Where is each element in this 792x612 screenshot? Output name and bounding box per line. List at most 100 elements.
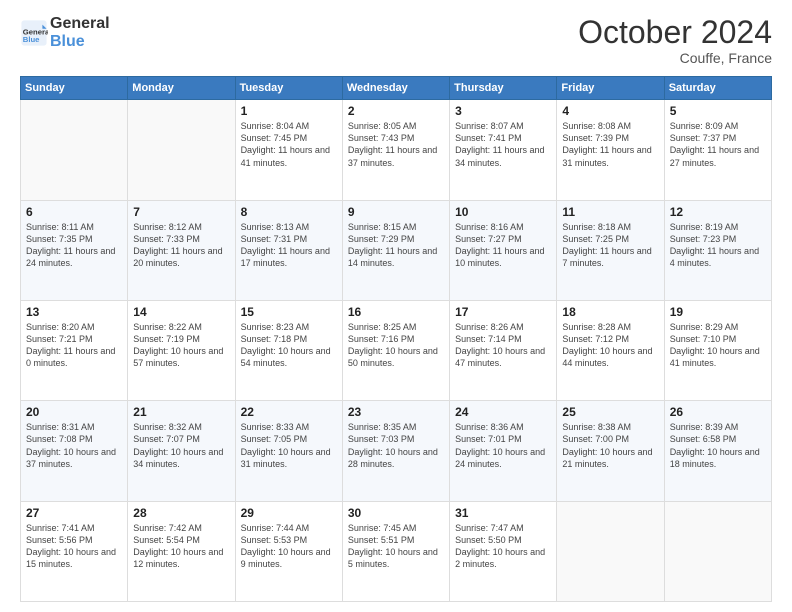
day-number: 31 — [455, 506, 551, 520]
day-info: Sunrise: 8:11 AM Sunset: 7:35 PM Dayligh… — [26, 221, 122, 270]
day-info: Sunrise: 8:28 AM Sunset: 7:12 PM Dayligh… — [562, 321, 658, 370]
table-row — [128, 100, 235, 200]
day-number: 9 — [348, 205, 444, 219]
day-number: 8 — [241, 205, 337, 219]
calendar-week-row: 6 Sunrise: 8:11 AM Sunset: 7:35 PM Daylig… — [21, 200, 772, 300]
table-row: 23Sunrise: 8:35 AM Sunset: 7:03 PM Dayli… — [342, 401, 449, 501]
table-row: 14Sunrise: 8:22 AM Sunset: 7:19 PM Dayli… — [128, 300, 235, 400]
day-info: Sunrise: 7:42 AM Sunset: 5:54 PM Dayligh… — [133, 522, 229, 571]
table-row: 12 Sunrise: 8:19 AM Sunset: 7:23 PM Dayli… — [664, 200, 771, 300]
table-row: 16 Sunrise: 8:25 AM Sunset: 7:16 PM Dayli… — [342, 300, 449, 400]
table-row: 29 Sunrise: 7:44 AM Sunset: 5:53 PM Dayli… — [235, 501, 342, 601]
col-monday: Monday — [128, 77, 235, 100]
day-number: 15 — [241, 305, 337, 319]
table-row: 15 Sunrise: 8:23 AM Sunset: 7:18 PM Dayli… — [235, 300, 342, 400]
day-info: Sunrise: 8:07 AM Sunset: 7:41 PM Dayligh… — [455, 120, 551, 169]
table-row: 21Sunrise: 8:32 AM Sunset: 7:07 PM Dayli… — [128, 401, 235, 501]
day-number: 1 — [241, 104, 337, 118]
day-number: 20 — [26, 405, 122, 419]
table-row: 10 Sunrise: 8:16 AM Sunset: 7:27 PM Dayli… — [450, 200, 557, 300]
day-info: Sunrise: 8:19 AM Sunset: 7:23 PM Dayligh… — [670, 221, 766, 270]
table-row: 11 Sunrise: 8:18 AM Sunset: 7:25 PM Dayli… — [557, 200, 664, 300]
table-row: 17Sunrise: 8:26 AM Sunset: 7:14 PM Dayli… — [450, 300, 557, 400]
day-info: Sunrise: 8:25 AM Sunset: 7:16 PM Dayligh… — [348, 321, 444, 370]
day-info: Sunrise: 7:41 AM Sunset: 5:56 PM Dayligh… — [26, 522, 122, 571]
day-info: Sunrise: 8:26 AM Sunset: 7:14 PM Dayligh… — [455, 321, 551, 370]
table-row: 1 Sunrise: 8:04 AM Sunset: 7:45 PM Daylig… — [235, 100, 342, 200]
day-info: Sunrise: 8:08 AM Sunset: 7:39 PM Dayligh… — [562, 120, 658, 169]
day-number: 4 — [562, 104, 658, 118]
day-number: 27 — [26, 506, 122, 520]
table-row: 30Sunrise: 7:45 AM Sunset: 5:51 PM Dayli… — [342, 501, 449, 601]
calendar-week-row: 27 Sunrise: 7:41 AM Sunset: 5:56 PM Dayli… — [21, 501, 772, 601]
day-info: Sunrise: 8:09 AM Sunset: 7:37 PM Dayligh… — [670, 120, 766, 169]
day-info: Sunrise: 8:23 AM Sunset: 7:18 PM Dayligh… — [241, 321, 337, 370]
calendar-week-row: 13 Sunrise: 8:20 AM Sunset: 7:21 PM Dayli… — [21, 300, 772, 400]
day-info: Sunrise: 8:38 AM Sunset: 7:00 PM Dayligh… — [562, 421, 658, 470]
day-info: Sunrise: 8:16 AM Sunset: 7:27 PM Dayligh… — [455, 221, 551, 270]
logo-general: General — [50, 15, 110, 33]
day-number: 25 — [562, 405, 658, 419]
table-row: 8 Sunrise: 8:13 AM Sunset: 7:31 PM Daylig… — [235, 200, 342, 300]
day-number: 24 — [455, 405, 551, 419]
day-number: 28 — [133, 506, 229, 520]
col-sunday: Sunday — [21, 77, 128, 100]
logo-icon: General Blue — [20, 19, 48, 47]
day-number: 11 — [562, 205, 658, 219]
day-info: Sunrise: 8:15 AM Sunset: 7:29 PM Dayligh… — [348, 221, 444, 270]
day-number: 16 — [348, 305, 444, 319]
table-row: 24 Sunrise: 8:36 AM Sunset: 7:01 PM Dayli… — [450, 401, 557, 501]
calendar-week-row: 1 Sunrise: 8:04 AM Sunset: 7:45 PM Daylig… — [21, 100, 772, 200]
table-row: 22Sunrise: 8:33 AM Sunset: 7:05 PM Dayli… — [235, 401, 342, 501]
table-row: 26Sunrise: 8:39 AM Sunset: 6:58 PM Dayli… — [664, 401, 771, 501]
day-info: Sunrise: 8:22 AM Sunset: 7:19 PM Dayligh… — [133, 321, 229, 370]
table-row: 25 Sunrise: 8:38 AM Sunset: 7:00 PM Dayli… — [557, 401, 664, 501]
day-info: Sunrise: 7:47 AM Sunset: 5:50 PM Dayligh… — [455, 522, 551, 571]
page: General Blue General Blue October 2024 C… — [0, 0, 792, 612]
table-row: 31 Sunrise: 7:47 AM Sunset: 5:50 PM Dayli… — [450, 501, 557, 601]
table-row: 13 Sunrise: 8:20 AM Sunset: 7:21 PM Dayli… — [21, 300, 128, 400]
day-number: 10 — [455, 205, 551, 219]
day-info: Sunrise: 7:44 AM Sunset: 5:53 PM Dayligh… — [241, 522, 337, 571]
day-info: Sunrise: 8:29 AM Sunset: 7:10 PM Dayligh… — [670, 321, 766, 370]
day-number: 19 — [670, 305, 766, 319]
table-row: 5 Sunrise: 8:09 AM Sunset: 7:37 PM Daylig… — [664, 100, 771, 200]
svg-text:Blue: Blue — [23, 35, 40, 44]
table-row: 9 Sunrise: 8:15 AM Sunset: 7:29 PM Daylig… — [342, 200, 449, 300]
col-friday: Friday — [557, 77, 664, 100]
table-row: 4 Sunrise: 8:08 AM Sunset: 7:39 PM Daylig… — [557, 100, 664, 200]
table-row: 18 Sunrise: 8:28 AM Sunset: 7:12 PM Dayli… — [557, 300, 664, 400]
day-number: 5 — [670, 104, 766, 118]
day-number: 2 — [348, 104, 444, 118]
day-info: Sunrise: 8:32 AM Sunset: 7:07 PM Dayligh… — [133, 421, 229, 470]
table-row: 19 Sunrise: 8:29 AM Sunset: 7:10 PM Dayli… — [664, 300, 771, 400]
title-area: October 2024 Couffe, France — [578, 15, 772, 66]
col-wednesday: Wednesday — [342, 77, 449, 100]
location: Couffe, France — [578, 50, 772, 66]
day-info: Sunrise: 8:31 AM Sunset: 7:08 PM Dayligh… — [26, 421, 122, 470]
col-tuesday: Tuesday — [235, 77, 342, 100]
day-info: Sunrise: 8:20 AM Sunset: 7:21 PM Dayligh… — [26, 321, 122, 370]
table-row: 7Sunrise: 8:12 AM Sunset: 7:33 PM Daylig… — [128, 200, 235, 300]
table-row — [21, 100, 128, 200]
table-row: 3 Sunrise: 8:07 AM Sunset: 7:41 PM Daylig… — [450, 100, 557, 200]
day-number: 13 — [26, 305, 122, 319]
calendar-week-row: 20 Sunrise: 8:31 AM Sunset: 7:08 PM Dayli… — [21, 401, 772, 501]
day-info: Sunrise: 8:33 AM Sunset: 7:05 PM Dayligh… — [241, 421, 337, 470]
day-info: Sunrise: 8:13 AM Sunset: 7:31 PM Dayligh… — [241, 221, 337, 270]
table-row: 2Sunrise: 8:05 AM Sunset: 7:43 PM Daylig… — [342, 100, 449, 200]
day-number: 18 — [562, 305, 658, 319]
table-row: 28 Sunrise: 7:42 AM Sunset: 5:54 PM Dayli… — [128, 501, 235, 601]
table-row: 20 Sunrise: 8:31 AM Sunset: 7:08 PM Dayli… — [21, 401, 128, 501]
day-number: 3 — [455, 104, 551, 118]
day-info: Sunrise: 8:39 AM Sunset: 6:58 PM Dayligh… — [670, 421, 766, 470]
day-number: 7 — [133, 205, 229, 219]
col-saturday: Saturday — [664, 77, 771, 100]
day-number: 6 — [26, 205, 122, 219]
day-info: Sunrise: 8:04 AM Sunset: 7:45 PM Dayligh… — [241, 120, 337, 169]
day-number: 12 — [670, 205, 766, 219]
day-info: Sunrise: 8:18 AM Sunset: 7:25 PM Dayligh… — [562, 221, 658, 270]
day-number: 29 — [241, 506, 337, 520]
day-info: Sunrise: 8:36 AM Sunset: 7:01 PM Dayligh… — [455, 421, 551, 470]
day-number: 30 — [348, 506, 444, 520]
